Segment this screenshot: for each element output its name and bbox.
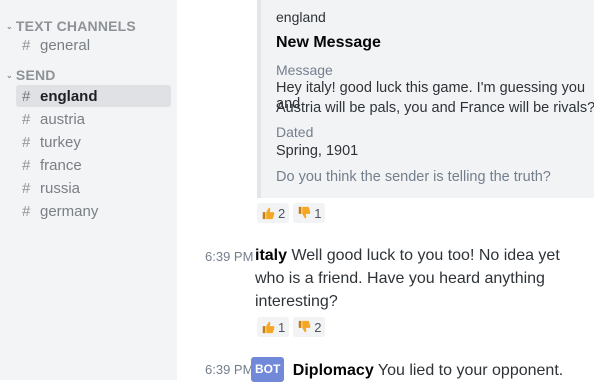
hash-icon: # bbox=[22, 36, 31, 54]
reaction-thumbs-up[interactable]: 2 bbox=[257, 203, 290, 223]
channel-item-turkey[interactable]: # turkey bbox=[16, 131, 171, 153]
channel-item-germany[interactable]: # germany bbox=[16, 200, 171, 222]
reaction-count: 1 bbox=[278, 319, 286, 335]
message-line: italy Well good luck to you too! No idea… bbox=[255, 244, 560, 267]
channel-item-france[interactable]: # france bbox=[16, 154, 171, 176]
channel-label: austria bbox=[40, 110, 86, 128]
bot-badge: BOT bbox=[251, 357, 285, 382]
channel-item-general[interactable]: # general bbox=[16, 34, 171, 56]
reaction-thumbs-down[interactable]: 2 bbox=[293, 317, 326, 337]
thumbs-up-icon bbox=[262, 321, 275, 334]
channel-item-russia[interactable]: # russia bbox=[16, 177, 171, 199]
channel-label: turkey bbox=[40, 133, 81, 151]
channel-item-austria[interactable]: # austria bbox=[16, 108, 171, 130]
reaction-count: 2 bbox=[314, 319, 322, 335]
reaction-count: 1 bbox=[314, 205, 322, 221]
channel-label: france bbox=[40, 156, 82, 174]
embed-message-label: Message bbox=[276, 62, 333, 78]
channel-label: germany bbox=[40, 202, 99, 220]
channel-sidebar: ⌄ TEXT CHANNELS # general ⌄ SEND # engla… bbox=[0, 0, 177, 380]
chat-main: england New Message Message Hey italy! g… bbox=[177, 0, 594, 382]
hash-icon: # bbox=[22, 156, 31, 174]
message-line: who is a friend. Have you heard anything bbox=[255, 270, 545, 287]
hash-icon: # bbox=[22, 110, 31, 128]
channel-label: england bbox=[40, 87, 98, 105]
message-text: Well good luck to you too! No idea yet bbox=[291, 247, 560, 264]
channel-item-england[interactable]: # england bbox=[16, 85, 171, 107]
embed-question: Do you think the sender is telling the t… bbox=[276, 169, 551, 185]
message-author[interactable]: italy bbox=[255, 247, 287, 264]
thumbs-down-icon bbox=[298, 206, 311, 219]
message-author[interactable]: Diplomacy bbox=[293, 362, 374, 379]
message-line: interesting? bbox=[255, 293, 338, 310]
category-send[interactable]: ⌄ SEND bbox=[6, 67, 56, 83]
reaction-bar: 1 2 bbox=[257, 317, 326, 337]
chevron-down-icon: ⌄ bbox=[6, 70, 13, 80]
embed-title: New Message bbox=[276, 34, 381, 51]
hash-icon: # bbox=[22, 133, 31, 151]
reaction-count: 2 bbox=[278, 205, 286, 221]
category-label: TEXT CHANNELS bbox=[15, 18, 136, 34]
chevron-down-icon: ⌄ bbox=[6, 21, 13, 31]
thumbs-up-icon bbox=[262, 207, 275, 220]
message-text: You lied to your opponent. bbox=[377, 362, 564, 379]
thumbs-down-icon bbox=[298, 320, 311, 333]
embed-dated-label: Dated bbox=[276, 124, 314, 140]
channel-label: russia bbox=[40, 179, 81, 197]
category-label: SEND bbox=[15, 67, 56, 83]
message-line: BOT Diplomacy You lied to your opponent. bbox=[251, 357, 563, 382]
reaction-bar: 2 1 bbox=[257, 203, 326, 223]
embed-author: england bbox=[276, 9, 326, 25]
message-embed: england New Message Message Hey italy! g… bbox=[257, 0, 594, 198]
reaction-thumbs-down[interactable]: 1 bbox=[293, 203, 326, 223]
embed-dated-value: Spring, 1901 bbox=[276, 143, 359, 159]
category-text-channels[interactable]: ⌄ TEXT CHANNELS bbox=[6, 18, 136, 34]
reaction-thumbs-up[interactable]: 1 bbox=[257, 317, 290, 337]
hash-icon: # bbox=[22, 87, 31, 105]
message-timestamp: 6:39 PM bbox=[205, 249, 254, 264]
message-timestamp: 6:39 PM bbox=[205, 362, 254, 377]
embed-message-line: Austria will be pals, you and France wil… bbox=[276, 100, 594, 116]
channel-label: general bbox=[40, 36, 91, 54]
hash-icon: # bbox=[22, 202, 31, 220]
hash-icon: # bbox=[22, 179, 31, 197]
